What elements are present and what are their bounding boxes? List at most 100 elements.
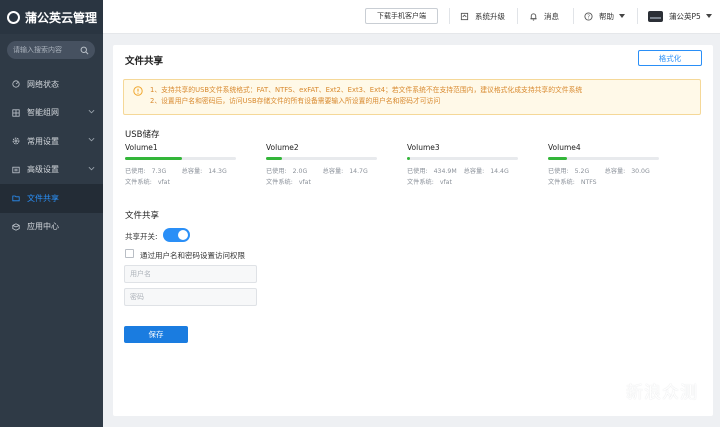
help-menu[interactable]: ? 帮助: [584, 9, 625, 23]
sidebar-item-label: 常用设置: [27, 136, 59, 146]
messages-link[interactable]: 消息: [529, 9, 559, 23]
used-value: 5.2G: [574, 168, 590, 175]
fs-label: 文件系统:: [407, 179, 434, 186]
search-input[interactable]: [13, 46, 73, 54]
brand-name: 蒲公英云管理: [25, 10, 98, 25]
volume-name: Volume1: [125, 143, 158, 152]
used-label: 已使用:: [266, 168, 287, 175]
usage-bar: [407, 157, 518, 160]
gear-icon: [12, 137, 20, 145]
sidebar-item-network-status[interactable]: 网络状态: [0, 70, 103, 99]
warning-icon: [133, 86, 143, 96]
user-menu[interactable]: 蒲公英P5: [648, 9, 712, 23]
auth-checkbox[interactable]: [125, 249, 134, 258]
chevron-down-icon: [88, 166, 95, 170]
volume-usage-line: 已使用: 7.3G 总容量: 14.3G: [125, 166, 240, 175]
usage-bar-fill: [407, 157, 411, 160]
volume-card: Volume2 已使用: 2.0G 总容量: 14.7G 文件系统: vfat: [266, 143, 381, 186]
sidebar-item-app-center[interactable]: 应用中心: [0, 213, 103, 242]
search-icon[interactable]: [80, 46, 89, 55]
sidebar-item-label: 高级设置: [27, 165, 59, 175]
advanced-settings-icon: [12, 166, 20, 174]
auth-checkbox-label: 通过用户名和密码设置访问权限: [140, 251, 245, 260]
page-title: 文件共享: [125, 56, 164, 67]
divider: [449, 8, 450, 24]
fs-label: 文件系统:: [266, 179, 293, 186]
messages-label: 消息: [544, 11, 559, 21]
app-center-icon: [12, 223, 20, 231]
sidebar-item-label: 网络状态: [27, 79, 59, 89]
bell-icon: [529, 12, 538, 21]
password-field[interactable]: [124, 288, 257, 306]
share-switch-label: 共享开关:: [125, 232, 158, 241]
username-field[interactable]: [124, 265, 257, 283]
volume-fs-line: 文件系统: NTFS: [548, 177, 663, 186]
total-label: 总容量:: [322, 168, 344, 175]
file-sharing-card: 文件共享 格式化 1、支持共享的USB文件系统格式：FAT、NTFS、exFAT…: [113, 45, 713, 416]
chevron-down-icon: [88, 109, 95, 113]
upgrade-icon: [460, 12, 469, 21]
total-label: 总容量:: [463, 168, 485, 175]
fs-value: NTFS: [580, 179, 597, 186]
top-bar: 下载手机客户端 系统升级 消息 ? 帮助 蒲公英P5: [103, 0, 720, 34]
divider: [637, 8, 638, 24]
help-icon: ?: [584, 11, 593, 21]
chevron-down-icon: [88, 137, 95, 142]
sidebar-item-label: 文件共享: [27, 193, 59, 203]
search-box: [7, 41, 95, 59]
sidebar-item-advanced-settings[interactable]: 高级设置: [0, 156, 103, 185]
total-value: 14.3G: [208, 168, 227, 175]
notice-line-1: 1、支持共享的USB文件系统格式：FAT、NTFS、exFAT、Ext2、Ext…: [150, 86, 583, 94]
fs-value: vfat: [439, 179, 452, 186]
volume-fs-line: 文件系统: vfat: [266, 177, 381, 186]
divider: [517, 8, 518, 24]
usage-bar: [548, 157, 659, 160]
total-value: 30.0G: [631, 168, 650, 175]
system-upgrade-link[interactable]: 系统升级: [460, 9, 505, 23]
sidebar-item-common-settings[interactable]: 常用设置: [0, 127, 103, 156]
caret-down-icon: [705, 14, 712, 18]
sidebar-item-smart-networking[interactable]: 智能组网: [0, 99, 103, 128]
volume-name: Volume4: [548, 143, 581, 152]
gauge-icon: [12, 80, 20, 88]
notice-box: 1、支持共享的USB文件系统格式：FAT、NTFS、exFAT、Ext2、Ext…: [123, 79, 701, 115]
system-upgrade-label: 系统升级: [475, 11, 505, 21]
volume-name: Volume3: [407, 143, 440, 152]
notice-line-2: 2、设置用户名和密码后，访问USB存储文件的所有设备需要输入所设置的用户名和密码…: [150, 97, 441, 105]
volume-card: Volume1 已使用: 7.3G 总容量: 14.3G 文件系统: vfat: [125, 143, 240, 186]
share-toggle[interactable]: [163, 228, 190, 242]
fs-value: vfat: [157, 179, 170, 186]
usage-bar-fill: [266, 157, 282, 160]
fs-label: 文件系统:: [125, 179, 152, 186]
volume-card: Volume3 已使用: 434.9M 总容量: 14.4G 文件系统: vfa…: [407, 143, 522, 186]
volume-usage-line: 已使用: 5.2G 总容量: 30.0G: [548, 166, 663, 175]
used-label: 已使用:: [407, 168, 428, 175]
sidebar-item-label: 应用中心: [27, 222, 59, 232]
sidebar-nav: 网络状态 智能组网 常用设置 高级设置 文件共享 应用中心: [0, 70, 103, 241]
volume-usage-line: 已使用: 2.0G 总容量: 14.7G: [266, 166, 381, 175]
svg-text:?: ?: [587, 14, 590, 20]
format-button[interactable]: 格式化: [638, 50, 702, 66]
usage-bar: [266, 157, 377, 160]
device-avatar: [648, 10, 663, 22]
brand[interactable]: 蒲公英云管理: [0, 0, 103, 34]
save-button[interactable]: 保存: [124, 326, 188, 343]
total-value: 14.7G: [349, 168, 368, 175]
total-label: 总容量:: [604, 168, 626, 175]
network-icon: [12, 109, 20, 117]
file-sharing-section-title: 文件共享: [125, 211, 160, 221]
download-client-button[interactable]: 下载手机客户端: [365, 8, 438, 24]
used-value: 2.0G: [292, 168, 308, 175]
total-label: 总容量:: [181, 168, 203, 175]
folder-icon: [12, 194, 20, 202]
usage-bar: [125, 157, 236, 160]
sidebar-item-file-sharing[interactable]: 文件共享: [0, 184, 103, 213]
volume-fs-line: 文件系统: vfat: [407, 177, 522, 186]
volume-card: Volume4 已使用: 5.2G 总容量: 30.0G 文件系统: NTFS: [548, 143, 663, 186]
sidebar-item-label: 智能组网: [27, 108, 59, 118]
total-value: 14.4G: [490, 168, 509, 175]
usage-bar-fill: [125, 157, 182, 160]
sidebar: 蒲公英云管理 网络状态 智能组网 常用设置 高级设置 文件共享: [0, 0, 103, 427]
watermark: 新浪众测: [626, 383, 698, 403]
help-label: 帮助: [599, 11, 614, 21]
